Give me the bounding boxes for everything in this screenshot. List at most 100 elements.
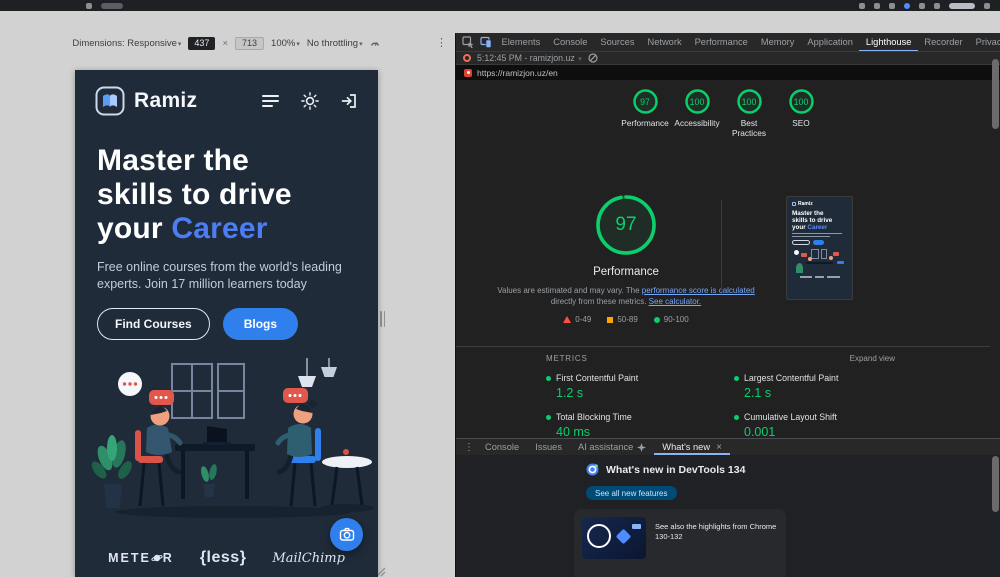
metric-pass-icon <box>734 375 739 381</box>
report-url-bar: https://ramizjon.uz/en <box>456 65 1000 80</box>
hero-illustration <box>91 358 374 518</box>
whats-new-panel: What's new in DevTools 134 See all new f… <box>456 455 1000 577</box>
device-toolbar: Dimensions: Responsive▾ 437 × 713 100%▾ … <box>0 33 452 53</box>
book-logo-icon <box>95 86 125 116</box>
meteor-logo: METE R <box>108 551 174 565</box>
score-gauge: 100 <box>788 88 815 115</box>
throttling-select[interactable]: No throttling▾ <box>307 38 363 49</box>
expand-view-link[interactable]: Expand view <box>850 354 895 363</box>
menubar-icon[interactable] <box>889 2 895 9</box>
drawer-tab-ai-assistance[interactable]: AI assistance <box>570 439 654 455</box>
heading-line-3: your <box>97 212 172 245</box>
legend-average-icon <box>607 316 614 323</box>
mailchimp-logo: MailChimp <box>272 550 345 566</box>
zoom-select[interactable]: 100%▾ <box>271 38 300 49</box>
menubar-icon[interactable] <box>919 2 925 9</box>
performance-section: 97 Performance Values are estimated and … <box>456 193 796 324</box>
screen: Dimensions: Responsive▾ 437 × 713 100%▾ … <box>0 0 1000 577</box>
menubar-icon[interactable] <box>984 2 990 9</box>
performance-gauge: 97 <box>594 193 658 257</box>
devtools-drawer: ⋮ Console Issues AI assistance What's ne… <box>456 438 1000 577</box>
hero-buttons: Find Courses Blogs <box>97 308 356 340</box>
zoom-value: 100% <box>271 37 296 49</box>
page-screenshot-thumbnail: Ramiz Master the skills to drive your Ca… <box>786 196 853 300</box>
less-logo: {less} <box>199 549 247 566</box>
planet-icon <box>151 554 163 562</box>
blogs-button[interactable]: Blogs <box>222 308 299 340</box>
metric-pass-icon <box>546 375 551 381</box>
see-all-features-button[interactable]: See all new features <box>586 486 677 500</box>
inspect-icon[interactable] <box>462 36 474 48</box>
metric-cls: Cumulative Layout Shift 0.001 <box>734 412 895 438</box>
menubar-status-dot <box>904 2 910 9</box>
tab-elements[interactable]: Elements <box>495 33 547 51</box>
menubar-icon[interactable] <box>874 2 880 9</box>
category-scores: 97 Performance 100 Accessibility 100 Bes… <box>456 88 990 138</box>
tab-console[interactable]: Console <box>547 33 594 51</box>
tab-memory[interactable]: Memory <box>754 33 801 51</box>
find-courses-button[interactable]: Find Courses <box>97 308 210 340</box>
spark-icon <box>637 442 647 452</box>
menubar-icon[interactable] <box>86 2 92 9</box>
score-gauge: 97 <box>632 88 659 115</box>
chevron-down-icon: ▾ <box>177 40 182 48</box>
menubar-pill[interactable] <box>101 2 123 9</box>
height-input[interactable]: 713 <box>235 36 265 50</box>
calc-link[interactable]: performance score is calculated <box>642 286 755 295</box>
drawer-tabbar: ⋮ Console Issues AI assistance What's ne… <box>456 439 1000 455</box>
legend-fail-icon <box>563 316 572 323</box>
drawer-tab-console[interactable]: Console <box>477 439 527 455</box>
metric-pass-icon <box>734 414 739 420</box>
device-toolbar-toggle-icon[interactable] <box>480 36 492 48</box>
dimensions-select[interactable]: Dimensions: Responsive▾ <box>72 38 181 49</box>
site-nav-icons <box>261 92 358 110</box>
metric-pass-icon <box>546 414 551 420</box>
login-icon[interactable] <box>340 92 358 110</box>
throttle-gauge-icon[interactable] <box>370 38 380 48</box>
report-url: https://ramizjon.uz/en <box>477 67 558 78</box>
drawer-menu-kebab[interactable]: ⋮ <box>461 442 477 453</box>
site-brand[interactable]: Ramiz <box>95 86 197 116</box>
category-performance[interactable]: 97 Performance <box>620 88 671 138</box>
category-best-practices[interactable]: 100 Best Practices <box>724 88 775 138</box>
tab-recorder[interactable]: Recorder <box>918 33 969 51</box>
tab-privacy-security[interactable]: Privacy and security <box>969 33 1000 51</box>
drawer-scrollbar-thumb[interactable] <box>992 456 999 512</box>
category-seo[interactable]: 100 SEO <box>776 88 827 138</box>
scrollbar-thumb[interactable] <box>992 59 999 129</box>
device-toolbar-menu[interactable]: ⋮ <box>436 36 447 50</box>
heading-line-2: skills to drive <box>97 178 292 211</box>
tab-application[interactable]: Application <box>801 33 859 51</box>
hero-section: Master the skills to drive your Career F… <box>75 144 378 340</box>
width-input[interactable]: 437 <box>188 36 216 50</box>
devtools-panel: Elements Console Sources Network Perform… <box>455 33 1000 577</box>
site-header: Ramiz <box>75 70 378 116</box>
tab-sources[interactable]: Sources <box>594 33 641 51</box>
device-resize-handle[interactable] <box>380 311 385 327</box>
drawer-tab-whats-new[interactable]: What's new × <box>654 439 730 455</box>
tab-network[interactable]: Network <box>641 33 688 51</box>
menu-icon[interactable] <box>261 93 280 109</box>
menubar-pill[interactable] <box>949 2 975 9</box>
heading-accent: Career <box>171 212 268 245</box>
chevron-down-icon: ▾ <box>578 56 582 63</box>
score-gauge: 100 <box>736 88 763 115</box>
clear-reports-icon[interactable] <box>588 53 598 63</box>
menubar-icon[interactable] <box>859 2 865 9</box>
menubar-icon[interactable] <box>934 2 940 9</box>
metric-tbt: Total Blocking Time 40 ms <box>546 412 734 438</box>
category-accessibility[interactable]: 100 Accessibility <box>672 88 723 138</box>
tab-performance[interactable]: Performance <box>688 33 754 51</box>
dimension-separator: × <box>222 37 229 49</box>
see-calculator-link[interactable]: See calculator. <box>649 297 701 306</box>
tab-lighthouse[interactable]: Lighthouse <box>859 33 918 51</box>
score-legend: 0-49 50-89 90-100 <box>456 315 796 324</box>
report-selector[interactable]: 5:12:45 PM - ramizjon.uz ▾ <box>477 53 582 63</box>
legend-pass-icon <box>653 316 660 323</box>
close-icon[interactable]: × <box>716 442 722 453</box>
theme-sun-icon[interactable] <box>301 92 319 110</box>
highlights-card[interactable]: See also the highlights from Chrome 130-… <box>574 509 786 577</box>
drawer-tab-issues[interactable]: Issues <box>527 439 570 455</box>
metrics-section: METRICS Expand view First Contentful Pai… <box>456 346 990 438</box>
screenshot-fab[interactable] <box>330 518 363 551</box>
